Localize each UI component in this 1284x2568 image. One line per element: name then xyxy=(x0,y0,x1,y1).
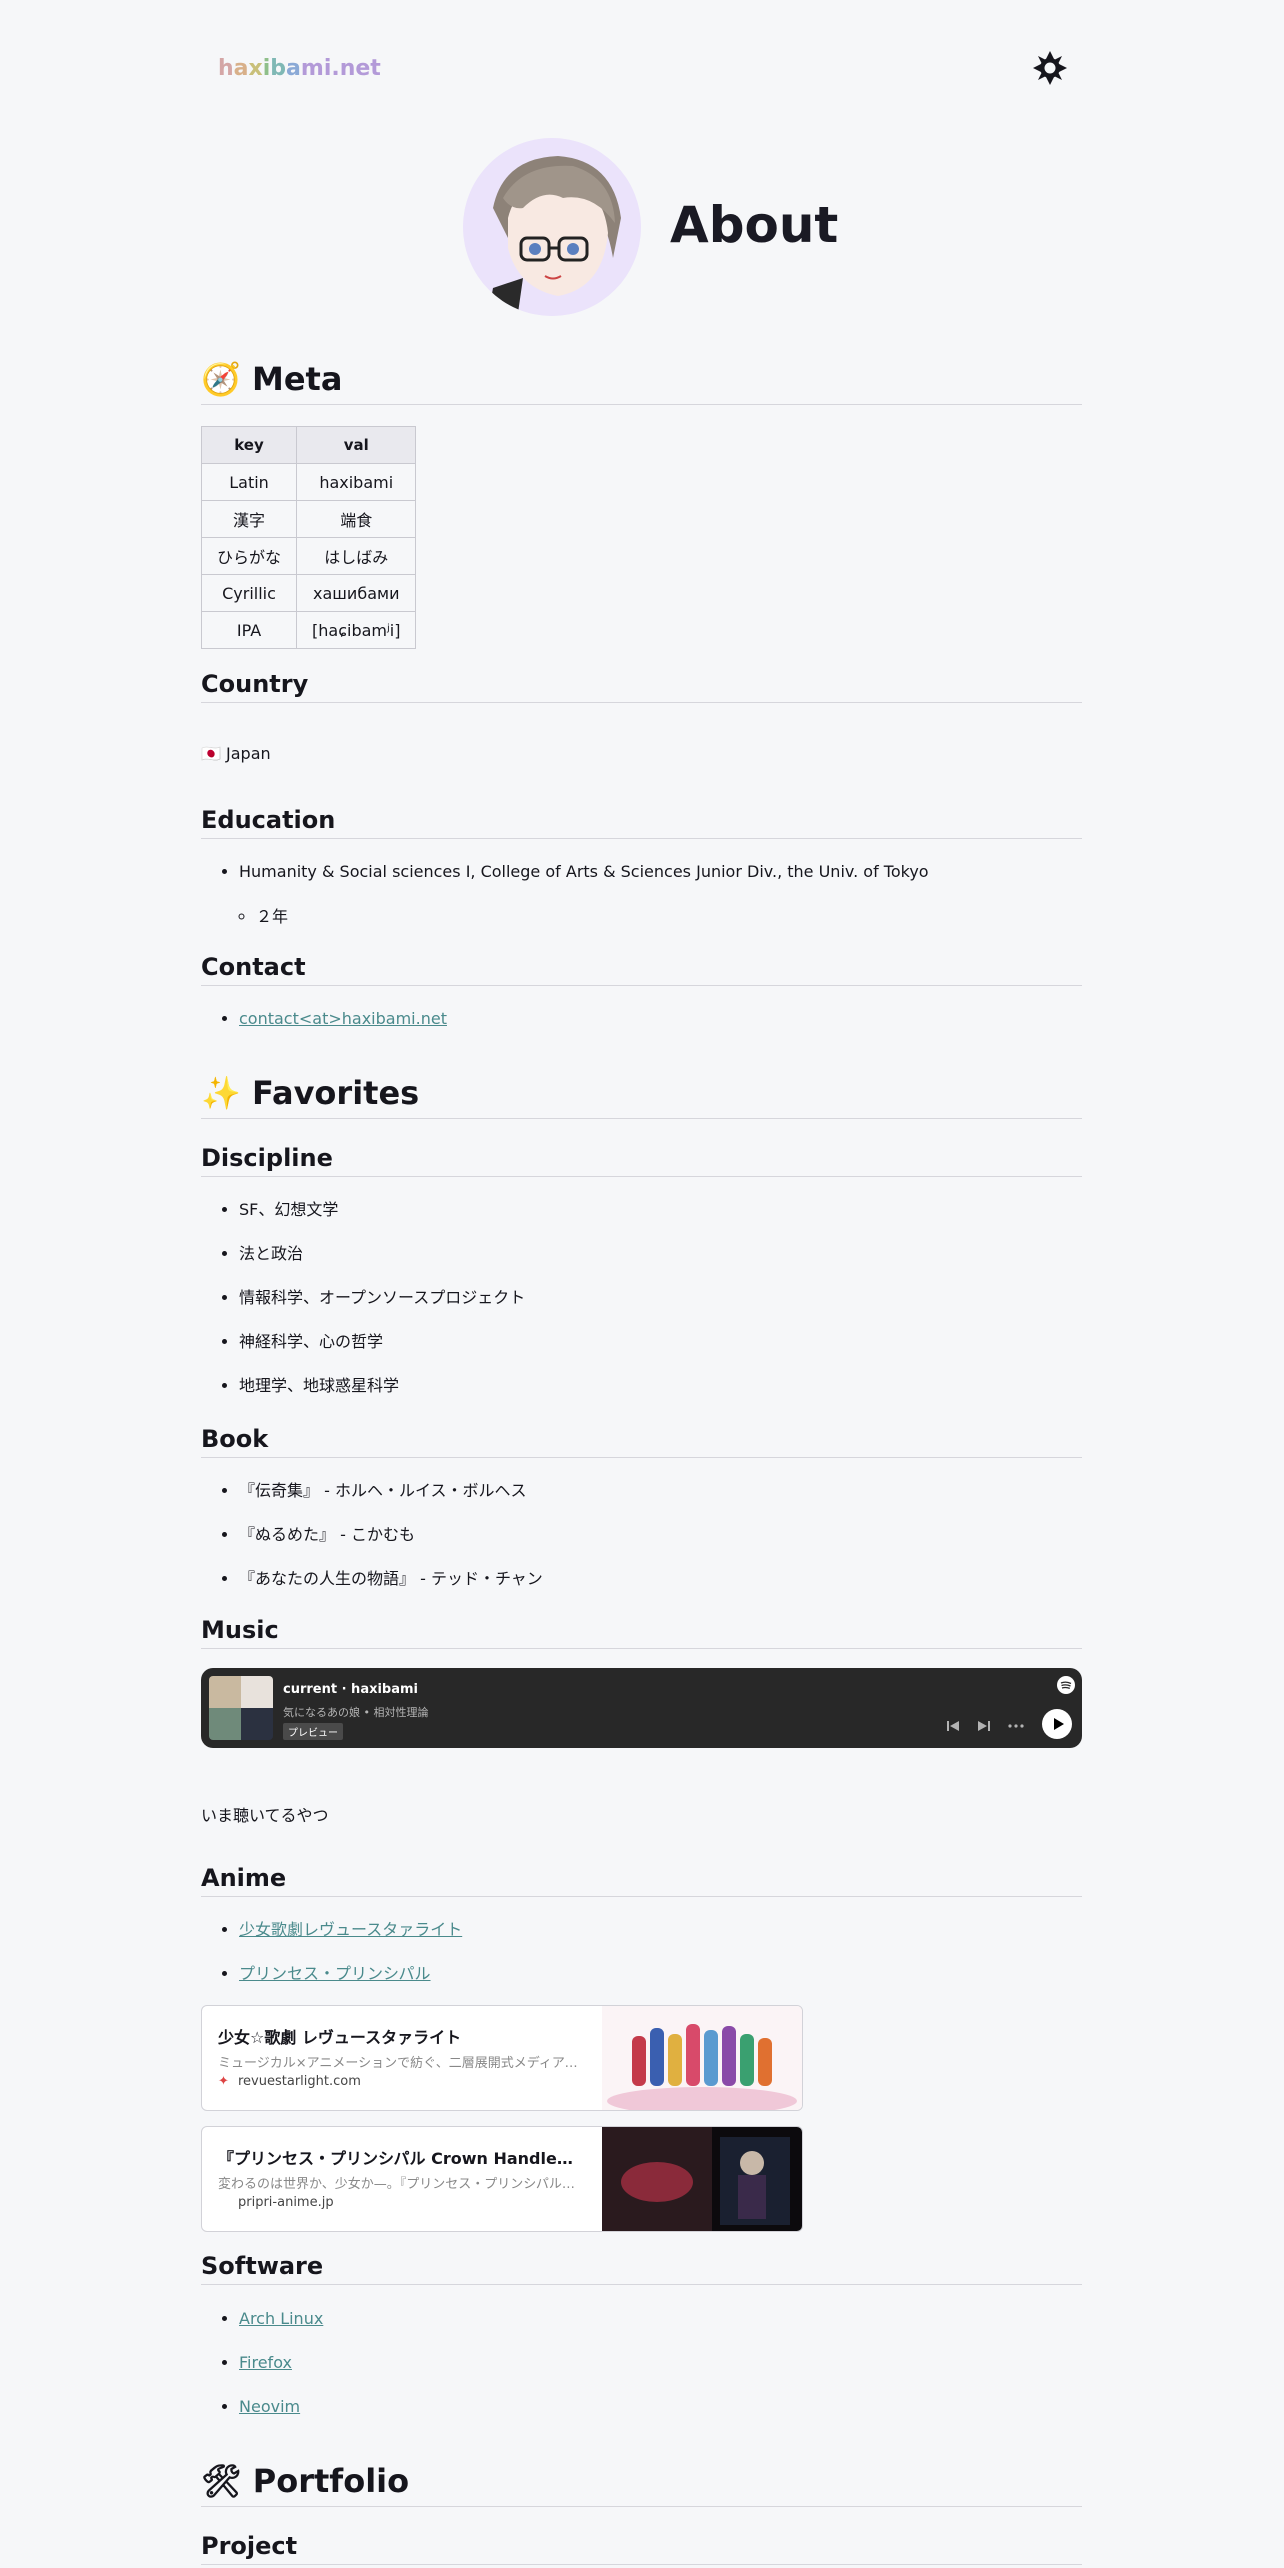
logo-char: h xyxy=(218,56,234,81)
list-item: 地理学、地球惑星科学 xyxy=(239,1372,525,1416)
education-heading: Education xyxy=(201,806,1082,839)
table-cell: Cyrillic xyxy=(200,574,298,612)
link-card[interactable]: 少女☆歌劇 レヴュースタァライト ミュージカル×アニメーションで紡ぐ、二層展開式… xyxy=(201,2005,803,2111)
list-item: 『ぬるめた』 - こかむも xyxy=(239,1521,543,1565)
table-header: key xyxy=(200,426,298,464)
list-item: 神経科学、心の哲学 xyxy=(239,1328,525,1372)
project-heading: Project xyxy=(201,2532,1082,2565)
book-heading: Book xyxy=(201,1425,1082,1458)
spotify-player[interactable]: current · haxibami 気になるあの娘 • 相対性理論 プレビュー xyxy=(201,1668,1082,1748)
list-item: 法と政治 xyxy=(239,1240,525,1284)
table-row: 漢字 端食 xyxy=(200,500,417,538)
card-description: 変わるのは世界か、少女か—。『プリンセス・プリンシパル Crown Handle… xyxy=(218,2177,578,2192)
card-thumbnail xyxy=(602,2127,802,2231)
logo-char: m xyxy=(300,56,324,81)
logo-char: i.net xyxy=(323,56,381,81)
sun-icon xyxy=(1033,51,1067,85)
anime-list: 少女歌劇レヴュースタァライト プリンセス・プリンシパル xyxy=(201,1916,462,2004)
education-sublist: ２年 xyxy=(230,903,288,927)
table-cell: ひらがな xyxy=(200,537,298,575)
list-item: contact<at>haxibami.net xyxy=(239,1005,447,1049)
meta-table: key val Latin haxibami 漢字 端食 ひらがな はしばみ Cyri… xyxy=(200,426,417,649)
logo-char: x xyxy=(248,56,263,81)
logo-char: a xyxy=(233,56,249,81)
avatar xyxy=(463,138,641,316)
list-item: SF、幻想文学 xyxy=(239,1196,525,1240)
book-list: 『伝奇集』 - ホルヘ・ルイス・ボルヘス 『ぬるめた』 - こかむも 『あなたの… xyxy=(201,1477,543,1609)
album-art xyxy=(209,1676,273,1740)
software-heading: Software xyxy=(201,2252,1082,2285)
link-card[interactable]: 『プリンセス・プリンシパル Crown Handler』第1章 変わるのは世界か… xyxy=(201,2126,803,2232)
meta-heading: 🧭 Meta xyxy=(201,360,1082,405)
anime-link[interactable]: プリンセス・プリンシパル xyxy=(239,1964,431,1983)
table-cell: IPA xyxy=(200,611,298,649)
card-url: pripri-anime.jp xyxy=(238,2195,334,2210)
avatar-illustration xyxy=(463,138,641,316)
player-subtitle: 気になるあの娘 • 相対性理論 xyxy=(283,1706,429,1719)
anime-heading: Anime xyxy=(201,1864,1082,1897)
country-text: 🇯🇵 Japan xyxy=(201,744,271,763)
list-item: Firefox xyxy=(239,2349,323,2393)
table-row: Latin haxibami xyxy=(200,463,417,501)
contact-heading: Contact xyxy=(201,953,1082,986)
previous-track-icon[interactable] xyxy=(945,1718,961,1734)
discipline-list: SF、幻想文学 法と政治 情報科学、オープンソースプロジェクト 神経科学、心の哲… xyxy=(201,1196,525,1416)
country-heading: Country xyxy=(201,670,1082,703)
list-item: 『伝奇集』 - ホルヘ・ルイス・ボルヘス xyxy=(239,1477,543,1521)
table-cell: [haɕibamʲi] xyxy=(296,611,417,649)
list-item: Arch Linux xyxy=(239,2305,323,2349)
table-header-row: key val xyxy=(200,426,417,464)
software-list: Arch Linux Firefox Neovim xyxy=(201,2305,323,2437)
logo-char: b xyxy=(270,56,287,81)
table-cell: Latin xyxy=(200,463,298,501)
list-item: ２年 xyxy=(256,903,288,927)
education-list: Humanity & Social sciences I, College of… xyxy=(201,858,929,902)
table-row: IPA [haɕibamʲi] xyxy=(200,611,417,649)
list-item: 少女歌劇レヴュースタァライト xyxy=(239,1916,462,1960)
card-title: 『プリンセス・プリンシパル Crown Handler』第1章 xyxy=(218,2149,578,2168)
table-cell: 端食 xyxy=(296,500,417,538)
table-cell: はしばみ xyxy=(296,537,417,575)
list-item: 『あなたの人生の物語』 - テッド・チャン xyxy=(239,1565,543,1609)
spotify-icon[interactable] xyxy=(1057,1676,1075,1694)
music-caption: いま聴いてるやつ xyxy=(201,1806,329,1825)
anime-link[interactable]: 少女歌劇レヴュースタァライト xyxy=(239,1920,462,1939)
table-cell: haxibami xyxy=(296,463,417,501)
next-track-icon[interactable] xyxy=(976,1718,992,1734)
more-options-icon[interactable] xyxy=(1007,1718,1025,1734)
play-button-icon[interactable] xyxy=(1042,1709,1072,1739)
card-url: revuestarlight.com xyxy=(238,2074,361,2089)
card-title: 少女☆歌劇 レヴュースタァライト xyxy=(218,2028,462,2047)
table-header: val xyxy=(296,426,417,464)
logo-char: a xyxy=(286,56,301,81)
music-heading: Music xyxy=(201,1616,1082,1649)
software-link[interactable]: Arch Linux xyxy=(239,2309,323,2328)
favicon-icon: ✦ xyxy=(218,2074,229,2089)
discipline-heading: Discipline xyxy=(201,1144,1082,1177)
table-row: ひらがな はしばみ xyxy=(200,537,417,575)
favorites-heading: ✨ Favorites xyxy=(201,1074,1082,1119)
software-link[interactable]: Firefox xyxy=(239,2353,292,2372)
site-logo[interactable]: haxibami.net xyxy=(218,56,381,81)
list-item: プリンセス・プリンシパル xyxy=(239,1960,462,2004)
table-row: Cyrillic хашибами xyxy=(200,574,417,612)
list-item: 情報科学、オープンソースプロジェクト xyxy=(239,1284,525,1328)
list-item: Humanity & Social sciences I, College of… xyxy=(239,858,929,902)
contact-email-link[interactable]: contact<at>haxibami.net xyxy=(239,1009,447,1028)
preview-badge: プレビュー xyxy=(283,1723,343,1740)
theme-toggle-button[interactable] xyxy=(1030,48,1070,88)
contact-list: contact<at>haxibami.net xyxy=(201,1005,447,1049)
software-link[interactable]: Neovim xyxy=(239,2397,300,2416)
table-cell: 漢字 xyxy=(200,500,298,538)
table-cell: хашибами xyxy=(296,574,417,612)
page-title: About xyxy=(670,196,839,254)
card-description: ミュージカル×アニメーションで紡ぐ、二層展開式メディアミックス xyxy=(218,2056,578,2071)
list-item: Neovim xyxy=(239,2393,323,2437)
card-thumbnail xyxy=(602,2006,802,2110)
portfolio-heading: 🛠 Portfolio xyxy=(201,2462,1082,2507)
player-title: current · haxibami xyxy=(283,1682,419,1697)
